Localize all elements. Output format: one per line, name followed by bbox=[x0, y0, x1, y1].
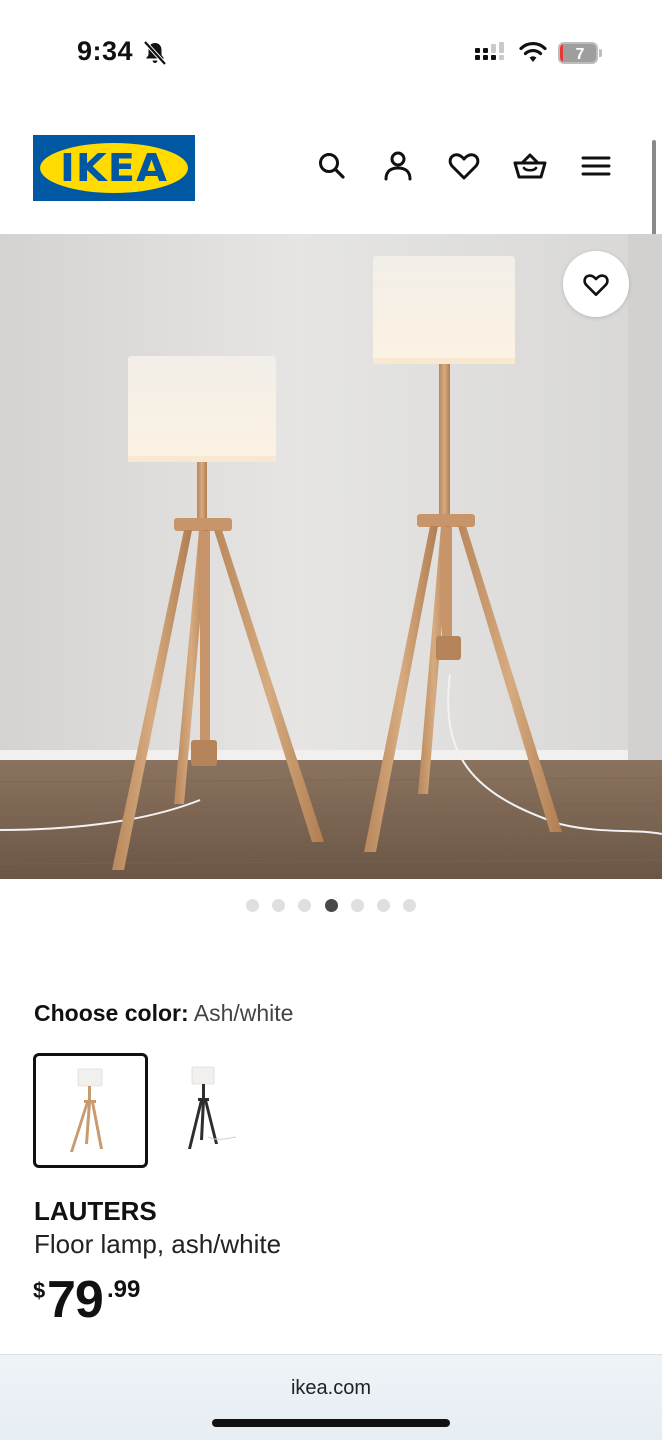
signal-icon bbox=[475, 42, 504, 60]
carousel-dot[interactable] bbox=[377, 899, 391, 912]
choose-color-label: Choose color: bbox=[34, 1000, 189, 1026]
carousel-dot[interactable] bbox=[298, 899, 312, 912]
choose-color: Choose color: Ash/white bbox=[34, 1000, 293, 1027]
price-currency: $ bbox=[33, 1278, 46, 1303]
status-time: 9:34 bbox=[77, 36, 134, 66]
heart-icon[interactable] bbox=[446, 148, 482, 184]
carousel-dot[interactable] bbox=[350, 899, 364, 912]
wifi-icon bbox=[519, 41, 547, 62]
price-integer: 79 bbox=[47, 1271, 104, 1329]
home-indicator[interactable] bbox=[212, 1419, 450, 1427]
color-option-ash-white[interactable] bbox=[33, 1053, 148, 1168]
carousel-dot[interactable] bbox=[271, 899, 285, 912]
browser-bar: ikea.com bbox=[0, 1354, 662, 1440]
bell-slash-icon bbox=[143, 40, 167, 66]
status-bar: 9:34 7 bbox=[0, 0, 662, 100]
site-header: IKEA bbox=[0, 100, 662, 234]
battery-icon: 7 bbox=[558, 42, 602, 64]
heart-icon bbox=[583, 274, 609, 297]
product-description: Floor lamp, ash/white bbox=[34, 1229, 282, 1259]
menu-icon[interactable] bbox=[578, 148, 614, 184]
carousel-dot[interactable] bbox=[403, 899, 417, 912]
battery-level: 7 bbox=[575, 46, 585, 63]
lamp-thumbnail-ash bbox=[70, 1068, 103, 1152]
carousel-dots bbox=[0, 899, 662, 913]
carousel-dot-active[interactable] bbox=[324, 899, 338, 912]
favorite-button[interactable] bbox=[563, 251, 629, 317]
url-bar[interactable]: ikea.com bbox=[0, 1377, 662, 1400]
carousel-dot[interactable] bbox=[245, 899, 259, 912]
account-icon[interactable] bbox=[380, 148, 416, 184]
product-image[interactable] bbox=[0, 234, 662, 879]
selected-color: Ash/white bbox=[193, 1000, 294, 1026]
ikea-logo[interactable]: IKEA bbox=[33, 135, 195, 201]
color-option-black-white[interactable] bbox=[148, 1053, 263, 1168]
cart-icon[interactable] bbox=[512, 148, 548, 184]
product-name[interactable]: LAUTERS bbox=[34, 1196, 157, 1227]
search-icon[interactable] bbox=[314, 148, 350, 184]
lamp-thumbnail-black bbox=[188, 1066, 237, 1149]
logo-text: IKEA bbox=[59, 146, 169, 190]
price-decimal: .99 bbox=[107, 1276, 141, 1303]
